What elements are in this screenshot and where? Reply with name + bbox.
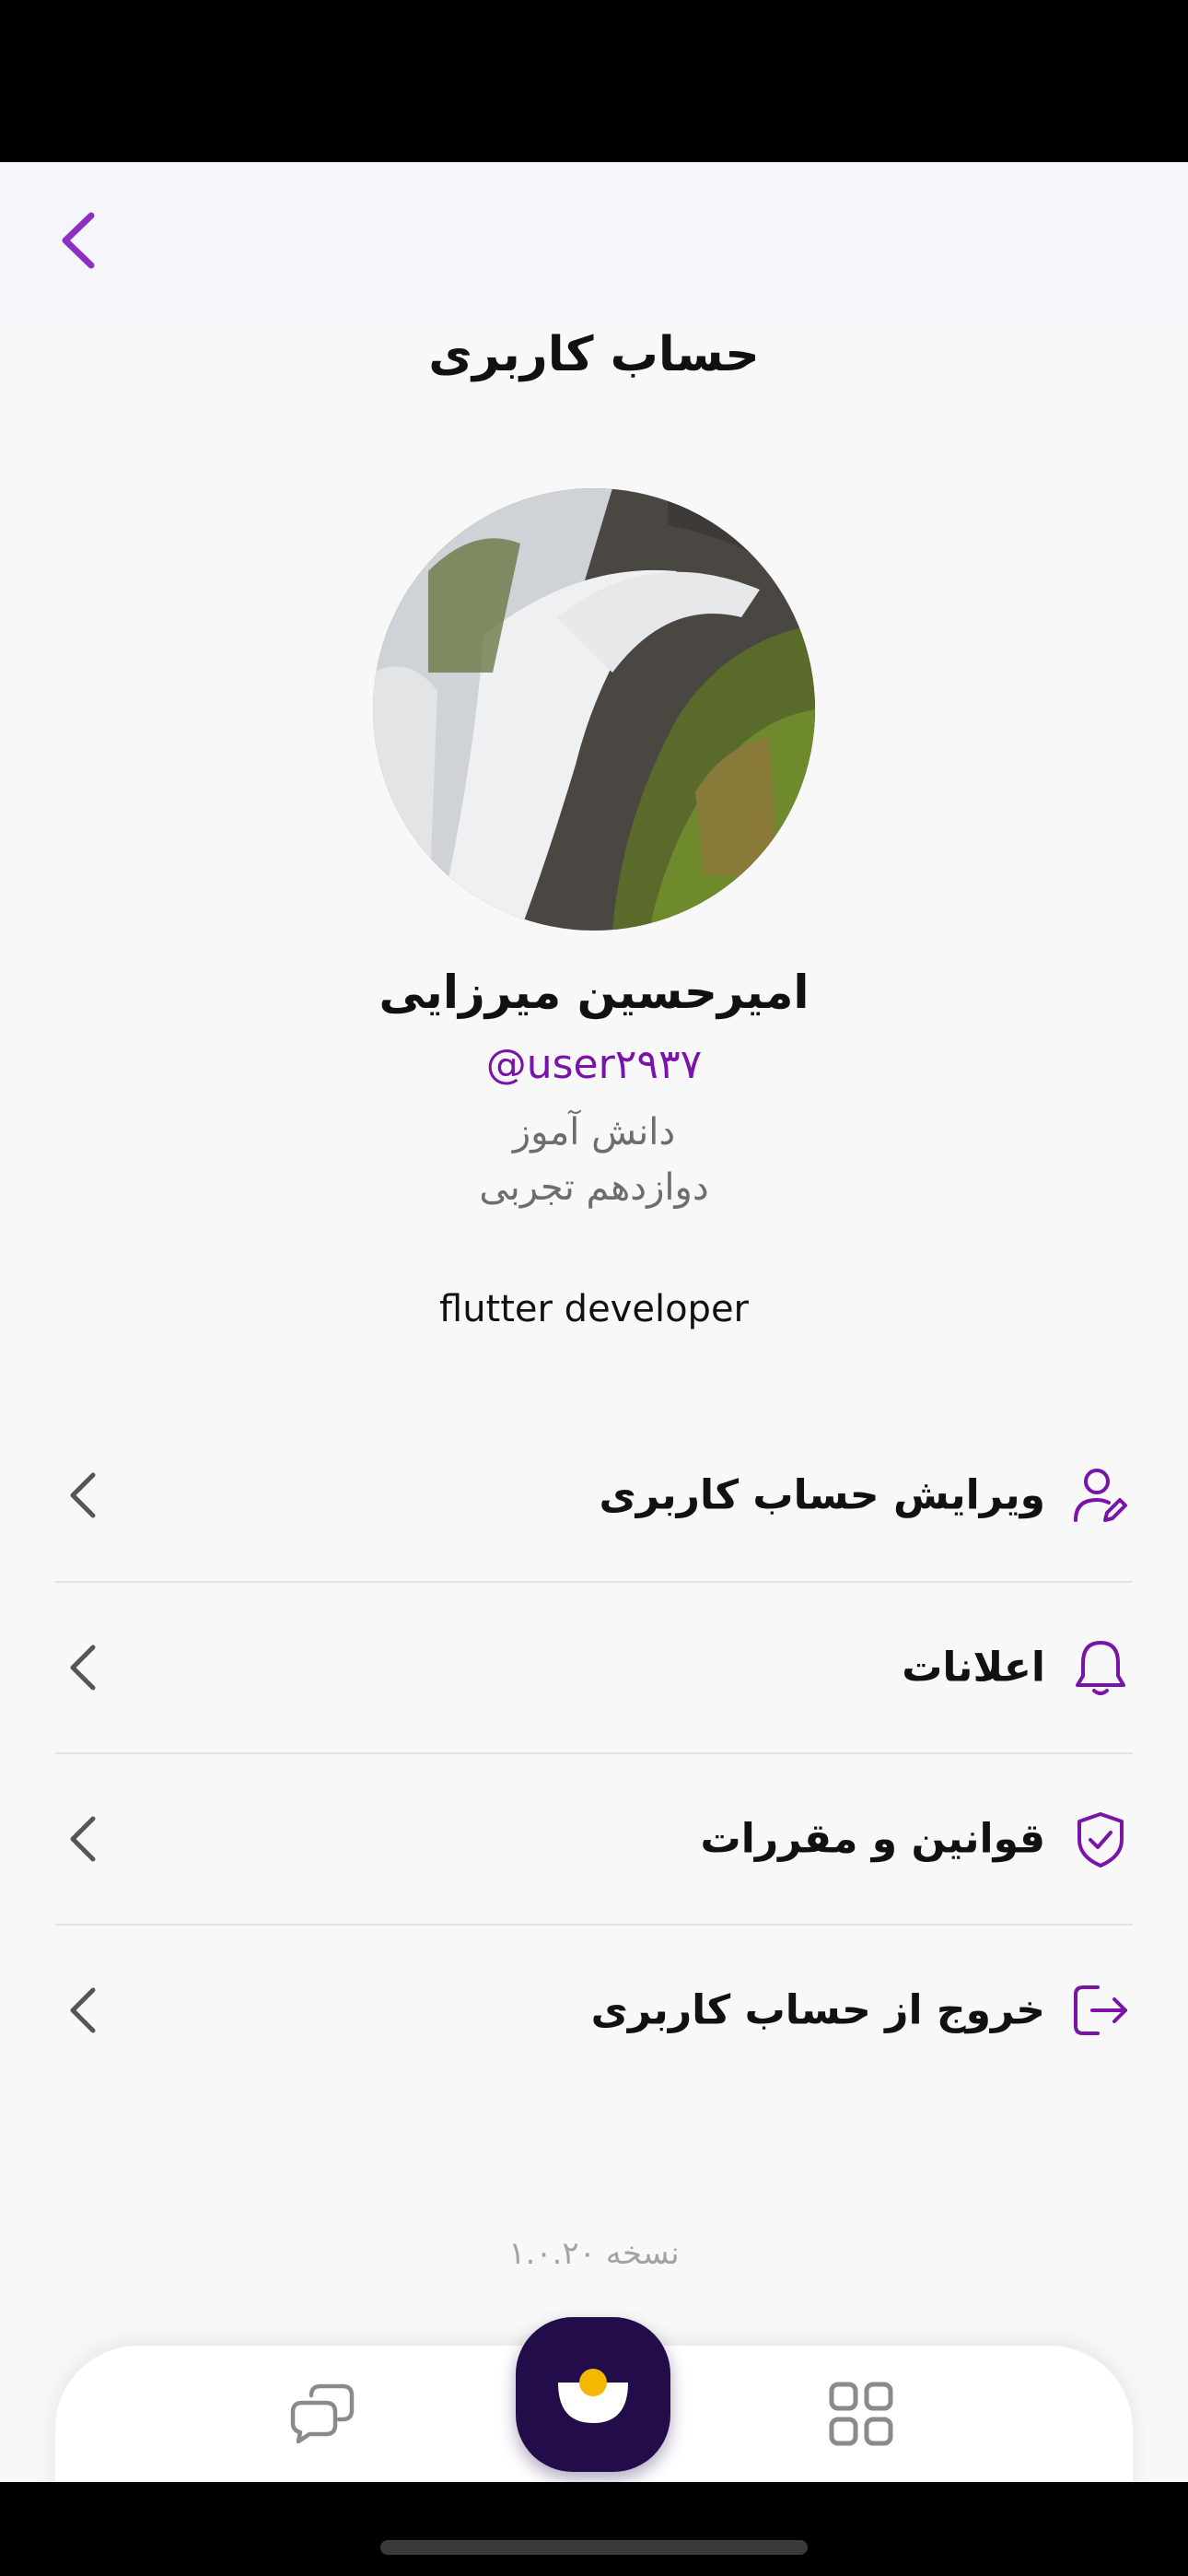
nav-chat-button[interactable] <box>285 2377 359 2451</box>
menu-item-terms[interactable]: قوانین و مقررات <box>55 1753 1133 1925</box>
status-bar <box>0 0 1188 162</box>
chat-bubbles-icon <box>290 2383 355 2444</box>
menu-item-label: قوانین و مقررات <box>700 1815 1045 1863</box>
profile-bio: flutter developer <box>439 1288 749 1330</box>
profile-role: دانش آموز <box>512 1111 676 1153</box>
menu-item-label: ویرایش حساب کاربری <box>599 1471 1045 1519</box>
home-indicator[interactable] <box>380 2540 808 2555</box>
nav-profile-button[interactable] <box>516 2317 670 2472</box>
bell-icon <box>1068 1635 1133 1700</box>
smile-logo-icon <box>558 2369 628 2423</box>
chevron-left-icon <box>55 1807 111 1871</box>
profile-full-name: امیرحسین میرزایی <box>379 966 809 1019</box>
page-title: حساب کاربری <box>428 327 760 382</box>
shield-check-icon <box>1068 1807 1133 1871</box>
chevron-left-icon <box>55 1978 111 2043</box>
menu-item-edit-profile[interactable]: ویرایش حساب کاربری <box>55 1410 1133 1581</box>
menu-item-notifications[interactable]: اعلانات <box>55 1582 1133 1753</box>
menu-item-logout[interactable]: خروج از حساب کاربری <box>55 1925 1133 2096</box>
menu-item-label: خروج از حساب کاربری <box>590 1986 1045 2034</box>
back-button[interactable] <box>48 205 109 276</box>
system-gesture-area <box>0 2482 1188 2576</box>
chevron-left-icon <box>55 1463 111 1528</box>
user-edit-icon <box>1068 1463 1133 1528</box>
nav-grid-button[interactable] <box>824 2377 898 2451</box>
chevron-left-icon <box>55 1635 111 1700</box>
app-version: نسخه ۱.۰.۲۰ <box>508 2235 680 2272</box>
grid-icon <box>829 2382 893 2446</box>
logout-icon <box>1068 1978 1133 2043</box>
menu-item-label: اعلانات <box>902 1644 1045 1692</box>
avatar-image <box>373 488 815 931</box>
chevron-left-icon <box>62 212 95 269</box>
avatar[interactable] <box>373 488 815 931</box>
profile-username: @user۲۹۳۷ <box>485 1041 703 1088</box>
app-bar <box>0 162 1188 319</box>
profile-grade: دوازدهم تجربی <box>479 1166 709 1209</box>
